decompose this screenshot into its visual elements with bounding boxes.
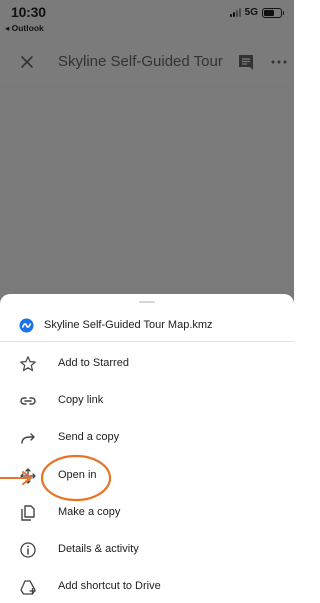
menu-item-send-a-copy[interactable]: Send a copy: [0, 420, 294, 456]
drive-shortcut-icon: [20, 580, 36, 595]
menu-item-details-activity[interactable]: Details & activity: [0, 532, 294, 568]
back-to-outlook-link[interactable]: ◂ Outlook: [5, 23, 44, 34]
battery-icon: [262, 7, 284, 18]
signal-icon: [229, 8, 241, 17]
network-label: 5G: [244, 7, 258, 18]
screen: 10:30 ◂ Outlook 5G Skyline Self-Guided T…: [0, 0, 294, 603]
status-time: 10:30: [11, 4, 46, 20]
menu-item-label: Send a copy: [58, 431, 120, 443]
menu-item-label: Open in: [58, 469, 97, 481]
menu-item-copy-link[interactable]: Copy link: [0, 383, 294, 419]
info-icon: [20, 542, 36, 558]
menu-item-make-a-copy[interactable]: Make a copy: [0, 495, 294, 531]
comment-icon[interactable]: [236, 52, 256, 72]
share-arrow-icon: [21, 433, 35, 444]
document-title: Skyline Self-Guided Tour M...: [58, 53, 228, 70]
app-bar: Skyline Self-Guided Tour M...: [0, 40, 294, 84]
copy-icon: [21, 505, 35, 521]
menu-item-label: Add to Starred: [58, 357, 129, 369]
menu-item-label: Make a copy: [58, 506, 121, 518]
file-preview-area: [0, 84, 294, 304]
actions-bottom-sheet: Skyline Self-Guided Tour Map.kmz Add to …: [0, 294, 294, 603]
sheet-header: Skyline Self-Guided Tour Map.kmz: [0, 310, 294, 342]
close-icon[interactable]: [16, 51, 38, 73]
more-options-icon[interactable]: [268, 52, 290, 72]
star-outline-icon: [20, 356, 36, 372]
link-icon: [20, 397, 36, 405]
sheet-drag-handle[interactable]: [139, 301, 155, 303]
status-indicators: 5G: [229, 7, 284, 18]
menu-item-add-to-starred[interactable]: Add to Starred: [0, 346, 294, 382]
status-bar: 10:30 ◂ Outlook 5G: [0, 0, 294, 40]
menu-item-open-in[interactable]: Open in: [0, 458, 294, 494]
menu-item-label: Details & activity: [58, 543, 139, 555]
menu-item-add-shortcut-to-drive[interactable]: Add shortcut to Drive: [0, 569, 294, 603]
file-name: Skyline Self-Guided Tour Map.kmz: [44, 319, 213, 331]
menu-item-label: Add shortcut to Drive: [58, 580, 161, 592]
menu-item-label: Copy link: [58, 394, 104, 406]
kmz-file-icon: [19, 318, 34, 333]
open-in-icon: [20, 468, 36, 484]
